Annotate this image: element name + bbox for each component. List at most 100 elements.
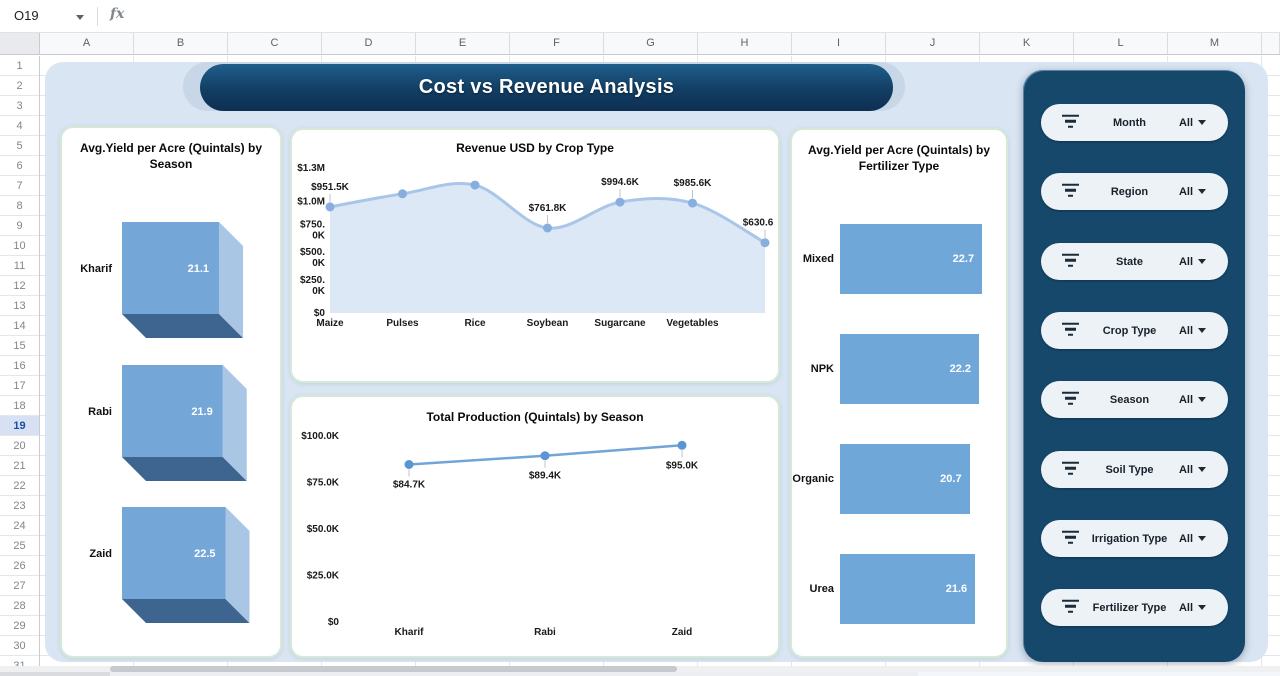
row-header-4[interactable]: 4 — [0, 116, 39, 136]
row-header-1[interactable]: 1 — [0, 56, 39, 76]
y-tick-label: $25.0K — [307, 571, 340, 582]
row-header-23[interactable]: 23 — [0, 496, 39, 516]
data-point — [761, 238, 770, 247]
formula-input[interactable] — [132, 0, 1280, 32]
dropdown-caret-icon[interactable] — [1198, 397, 1206, 402]
dropdown-caret-icon[interactable] — [1198, 120, 1206, 125]
data-label: $994.6K — [601, 177, 640, 188]
column-header-f[interactable]: F — [510, 33, 604, 54]
data-point — [543, 224, 552, 233]
card-revenue-chart[interactable]: Revenue USD by Crop Type $1.3M$1.0M$750.… — [290, 128, 780, 383]
row-header-2[interactable]: 2 — [0, 76, 39, 96]
row-header-19[interactable]: 19 — [0, 416, 39, 436]
row-header-9[interactable]: 9 — [0, 216, 39, 236]
row-header-3[interactable]: 3 — [0, 96, 39, 116]
data-label: $95.0K — [666, 460, 699, 471]
row-header-28[interactable]: 28 — [0, 596, 39, 616]
slicer-crop-type[interactable]: Crop TypeAll — [1041, 312, 1228, 349]
production-line-chart: $100.0K$75.0K$50.0K$25.0K$0KharifRabiZai… — [292, 397, 782, 660]
slicer-label: State — [1071, 243, 1188, 280]
slicer-soil-type[interactable]: Soil TypeAll — [1041, 451, 1228, 488]
row-header-25[interactable]: 25 — [0, 536, 39, 556]
column-header-k[interactable]: K — [980, 33, 1074, 54]
dropdown-caret-icon[interactable] — [1198, 467, 1206, 472]
bar-value-label: 22.5 — [194, 548, 215, 560]
row-header-30[interactable]: 30 — [0, 636, 39, 656]
column-header-b[interactable]: B — [134, 33, 228, 54]
y-tick-label: $100.0K — [301, 431, 340, 442]
slicer-region[interactable]: RegionAll — [1041, 173, 1228, 210]
card-season-yield-chart[interactable]: Avg.Yield per Acre (Quintals) by Season … — [60, 126, 282, 658]
column-header-d[interactable]: D — [322, 33, 416, 54]
card-fertilizer-chart[interactable]: Avg.Yield per Acre (Quintals) by Fertili… — [790, 128, 1008, 658]
data-label: $84.7K — [393, 480, 426, 491]
row-header-24[interactable]: 24 — [0, 516, 39, 536]
dropdown-caret-icon[interactable] — [1198, 259, 1206, 264]
row-header-26[interactable]: 26 — [0, 556, 39, 576]
row-header-29[interactable]: 29 — [0, 616, 39, 636]
row-header-17[interactable]: 17 — [0, 376, 39, 396]
column-header-m[interactable]: M — [1168, 33, 1262, 54]
column-header-l[interactable]: L — [1074, 33, 1168, 54]
slicer-month[interactable]: MonthAll — [1041, 104, 1228, 141]
fertilizer-bars: Mixed22.7NPK22.2Organic20.7Urea21.6 — [792, 130, 1006, 656]
row-header-18[interactable]: 18 — [0, 396, 39, 416]
row-header-13[interactable]: 13 — [0, 296, 39, 316]
column-header-j[interactable]: J — [886, 33, 980, 54]
row-header-8[interactable]: 8 — [0, 196, 39, 216]
slicer-season[interactable]: SeasonAll — [1041, 381, 1228, 418]
spreadsheet-app: O19 fx ABCDEFGHIJKLM 1234567891011121314… — [0, 0, 1280, 676]
bar-3d-kharif: 21.1Kharif — [80, 222, 243, 338]
row-header-15[interactable]: 15 — [0, 336, 39, 356]
x-tick-label: Maize — [316, 318, 344, 329]
row-header-11[interactable]: 11 — [0, 256, 39, 276]
bottom-edge-right — [918, 672, 1280, 676]
row-header-16[interactable]: 16 — [0, 356, 39, 376]
bar-mixed: 22.7 — [840, 224, 982, 294]
row-header-5[interactable]: 5 — [0, 136, 39, 156]
slicer-state[interactable]: StateAll — [1041, 243, 1228, 280]
card-production-chart[interactable]: Total Production (Quintals) by Season $1… — [290, 395, 780, 658]
data-label: $761.8K — [529, 203, 568, 214]
slicer-irrigation-type[interactable]: Irrigation TypeAll — [1041, 520, 1228, 557]
name-box-caret-icon[interactable] — [76, 15, 84, 20]
formula-toolbar: O19 fx — [0, 0, 1280, 33]
dashboard-panel: Cost vs Revenue Analysis Avg.Yield per A… — [45, 62, 1268, 662]
bar-3d-zaid: 22.5 Zaid — [89, 507, 249, 623]
slicer-value: All — [1179, 451, 1206, 488]
dropdown-caret-icon[interactable] — [1198, 328, 1206, 333]
row-header-6[interactable]: 6 — [0, 156, 39, 176]
slicer-value-text: All — [1179, 602, 1193, 614]
row-header-7[interactable]: 7 — [0, 176, 39, 196]
row-header-27[interactable]: 27 — [0, 576, 39, 596]
row-header-10[interactable]: 10 — [0, 236, 39, 256]
slicer-fertilizer-type[interactable]: Fertilizer TypeAll — [1041, 589, 1228, 626]
slicer-label: Fertilizer Type — [1071, 589, 1188, 626]
column-header-g[interactable]: G — [604, 33, 698, 54]
row-header-31[interactable]: 31 — [0, 656, 39, 666]
category-label: Kharif — [80, 263, 112, 275]
data-label: $951.5K — [311, 182, 350, 193]
sheet-grid: 1234567891011121314151617181920212223242… — [0, 55, 1280, 666]
column-header-a[interactable]: A — [40, 33, 134, 54]
data-point — [678, 441, 687, 450]
column-header-partial[interactable] — [1262, 33, 1280, 54]
column-header-h[interactable]: H — [698, 33, 792, 54]
x-tick-label: Vegetables — [666, 318, 719, 329]
select-all-corner[interactable] — [0, 33, 40, 54]
name-box[interactable]: O19 — [0, 0, 96, 32]
dropdown-caret-icon[interactable] — [1198, 189, 1206, 194]
category-label: Zaid — [89, 548, 112, 560]
row-header-12[interactable]: 12 — [0, 276, 39, 296]
column-header-c[interactable]: C — [228, 33, 322, 54]
column-header-e[interactable]: E — [416, 33, 510, 54]
column-header-i[interactable]: I — [792, 33, 886, 54]
row-header-20[interactable]: 20 — [0, 436, 39, 456]
row-header-14[interactable]: 14 — [0, 316, 39, 336]
row-header-21[interactable]: 21 — [0, 456, 39, 476]
dropdown-caret-icon[interactable] — [1198, 536, 1206, 541]
row-header-22[interactable]: 22 — [0, 476, 39, 496]
data-point — [541, 451, 550, 460]
dropdown-caret-icon[interactable] — [1198, 605, 1206, 610]
toolbar-divider — [97, 7, 98, 26]
